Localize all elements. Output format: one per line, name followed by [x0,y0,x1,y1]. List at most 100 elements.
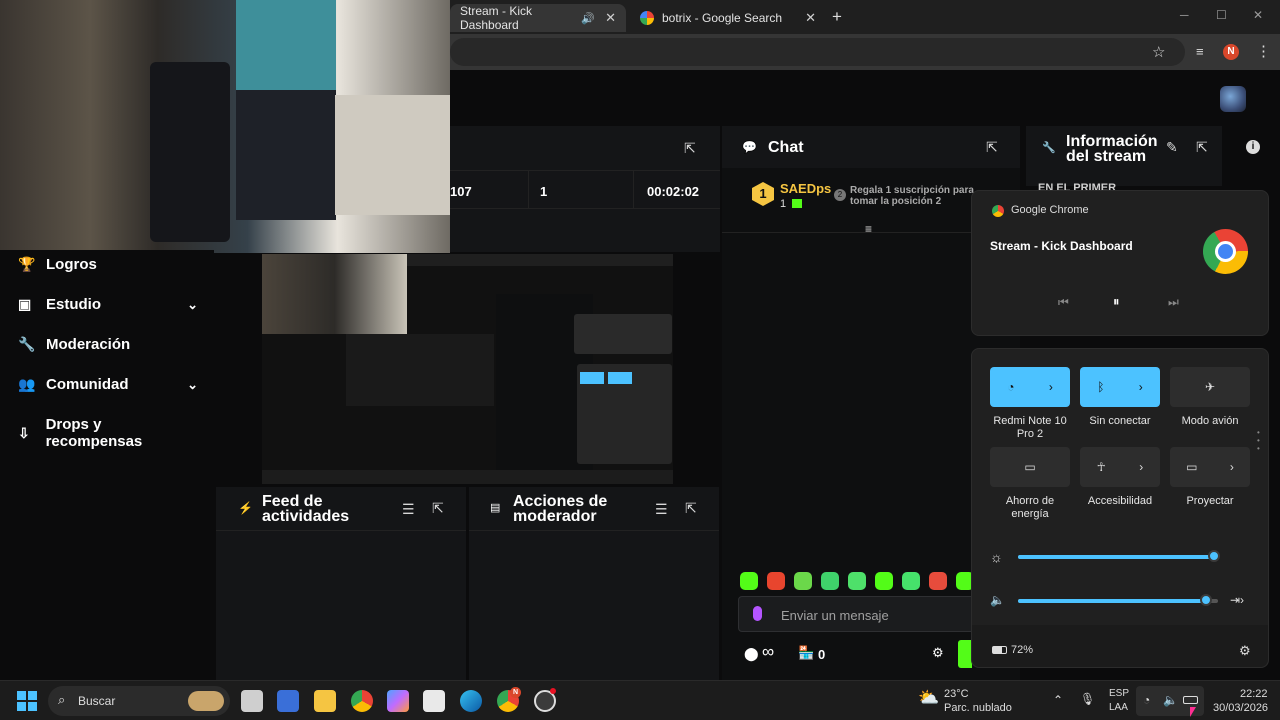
send-button[interactable] [958,640,972,668]
new-tab-button[interactable]: + [832,7,842,27]
emote-icon[interactable] [740,572,758,590]
emote-icon[interactable] [929,572,947,590]
brightness-slider[interactable] [1018,550,1220,562]
file-explorer-icon[interactable] [314,690,336,712]
start-windows-icon[interactable] [17,691,37,711]
volume-slider[interactable] [1018,594,1218,606]
popout-icon[interactable]: ⇱ [432,500,444,517]
chevron-right-icon[interactable]: › [1230,460,1234,474]
emote-icon[interactable] [767,572,785,590]
points-icon[interactable]: ⬤ [744,646,759,662]
popout-icon[interactable]: ⇱ [685,500,697,517]
emote-icon[interactable] [875,572,893,590]
taskbar-search[interactable]: ⌕ Buscar [48,686,230,716]
tab-google-search[interactable]: botrix - Google Search ✕ [630,4,826,32]
task-view-icon[interactable] [241,690,263,712]
emote-icon[interactable] [902,572,920,590]
filter-icon[interactable]: ☰ [655,501,668,518]
chevron-right-icon[interactable]: › [1049,380,1053,394]
viewer-count: 107 [450,184,472,199]
panel-title: Información del stream [1066,133,1158,165]
editor-app-icon[interactable] [277,690,299,712]
accessibility-tile[interactable]: ☥ › [1080,447,1160,487]
menu-kebab-icon[interactable]: ⋮ [1256,42,1271,60]
pause-icon[interactable]: ⏸ [1113,294,1120,310]
microphone-tray-icon[interactable]: 🎙 [1080,692,1095,706]
tab-kick-dashboard[interactable]: Stream - Kick Dashboard 🔊 ✕ [450,4,626,32]
language-code[interactable]: ESP [1109,688,1129,699]
microphone-icon[interactable] [753,606,762,621]
language-layout[interactable]: LAA [1109,702,1128,713]
filter-icon[interactable]: ☰ [402,501,415,518]
maximize-button[interactable]: ☐ [1216,8,1227,22]
tray-chevron-up-icon[interactable]: ⌃ [1053,693,1063,707]
activity-feed-panel: ⚡ Feed de actividades ☰ ⇱ [216,487,466,680]
collapse-icon[interactable]: ≡ [865,222,872,236]
close-icon[interactable]: ✕ [805,10,816,26]
clock-time[interactable]: 22:22 [1240,688,1268,700]
popout-icon[interactable]: ⇱ [1196,139,1208,156]
battery-tray-icon [1183,696,1198,704]
document-icon: ▤ [490,502,501,514]
quick-settings-flyout: ◔ › Redmi Note 10 Pro 2 ᛒ › Sin conectar ✈… [971,348,1269,668]
dashboard-sidebar: 🏆 Logros ▣ Estudio ⌄ 🔧 Moderación 👥 Comu… [0,250,214,680]
window-close-button[interactable]: ✕ [1253,8,1263,22]
popout-icon[interactable]: ⇱ [986,139,998,156]
sidebar-item-label: Moderación [46,336,131,353]
sidebar-item-comunidad[interactable]: 👥 Comunidad ⌄ [18,376,198,393]
wifi-tile[interactable]: ◔ › [990,367,1070,407]
cast-tile[interactable]: ▭ › [1170,447,1250,487]
next-track-icon[interactable]: ⏭ [1168,295,1179,310]
emote-icon[interactable] [821,572,839,590]
microsoft-store-icon[interactable] [423,690,445,712]
media-control-icon[interactable]: ≡ [1196,44,1204,59]
avatar[interactable] [1220,86,1246,112]
scroll-indicator[interactable]: • • • [1257,429,1261,459]
audio-output-icon[interactable]: ⇥› [1230,593,1244,607]
bookmark-star-icon[interactable]: ☆ [1152,43,1165,61]
clock-date[interactable]: 30/03/2026 [1213,702,1268,714]
edit-icon[interactable]: ✎ [1166,139,1178,156]
copilot-icon[interactable] [387,690,409,712]
previous-track-icon[interactable]: ⏮ [1058,295,1069,310]
popout-icon[interactable]: ⇱ [684,140,696,157]
sidebar-item-estudio[interactable]: ▣ Estudio ⌄ [18,296,198,313]
weather-temp: 23°C [944,688,969,700]
cast-icon: ▭ [1186,460,1198,474]
edge-icon[interactable] [460,690,482,712]
leader-name[interactable]: SAEDps [780,181,831,196]
chat-input[interactable]: Enviar un mensaje [738,596,978,632]
panel-title: Acciones de moderador [513,493,608,525]
speaker-icon[interactable]: 🔊 [581,12,595,25]
close-icon[interactable]: ✕ [605,10,616,26]
chevron-right-icon[interactable]: › [1139,380,1143,394]
omnibox[interactable] [450,38,1185,66]
sidebar-item-drops[interactable]: ⇩ Drops y recompensas [18,416,198,450]
wifi-tray-icon: ◔ [1143,693,1151,707]
battery-saver-tile[interactable]: ▭ [990,447,1070,487]
bluetooth-tile[interactable]: ᛒ › [1080,367,1160,407]
address-bar-row: ☆ ≡ N ⋮ [450,34,1280,70]
volume-icon: 🔈 [990,593,1005,607]
emote-icon[interactable] [794,572,812,590]
tile-label: Redmi Note 10 Pro 2 [993,415,1067,440]
airplane-mode-tile[interactable]: ✈ [1170,367,1250,407]
speaker-tray-icon: 🔈 [1163,693,1178,707]
settings-gear-icon[interactable]: ⚙ [1239,643,1251,659]
info-icon[interactable]: i [1246,140,1260,154]
gift-icon [792,199,802,208]
sidebar-item-logros[interactable]: 🏆 Logros [18,256,198,273]
trophy-icon: 🏆 [18,256,36,272]
tile-label: Ahorro de energía [1005,495,1055,520]
chrome-icon[interactable] [351,690,373,712]
chevron-right-icon[interactable]: › [1139,460,1143,474]
weather-icon[interactable]: ⛅ [918,688,939,708]
rank-two-icon: 2 [834,189,846,201]
minimize-button[interactable]: ─ [1180,8,1189,22]
chrome-logo-icon [1203,229,1248,274]
chat-settings-icon[interactable]: ⚙ [932,645,944,661]
store-icon[interactable]: 🏪 [798,645,814,661]
sidebar-item-moderacion[interactable]: 🔧 Moderación [18,336,198,353]
emote-icon[interactable] [848,572,866,590]
profile-avatar[interactable]: N [1223,44,1239,60]
